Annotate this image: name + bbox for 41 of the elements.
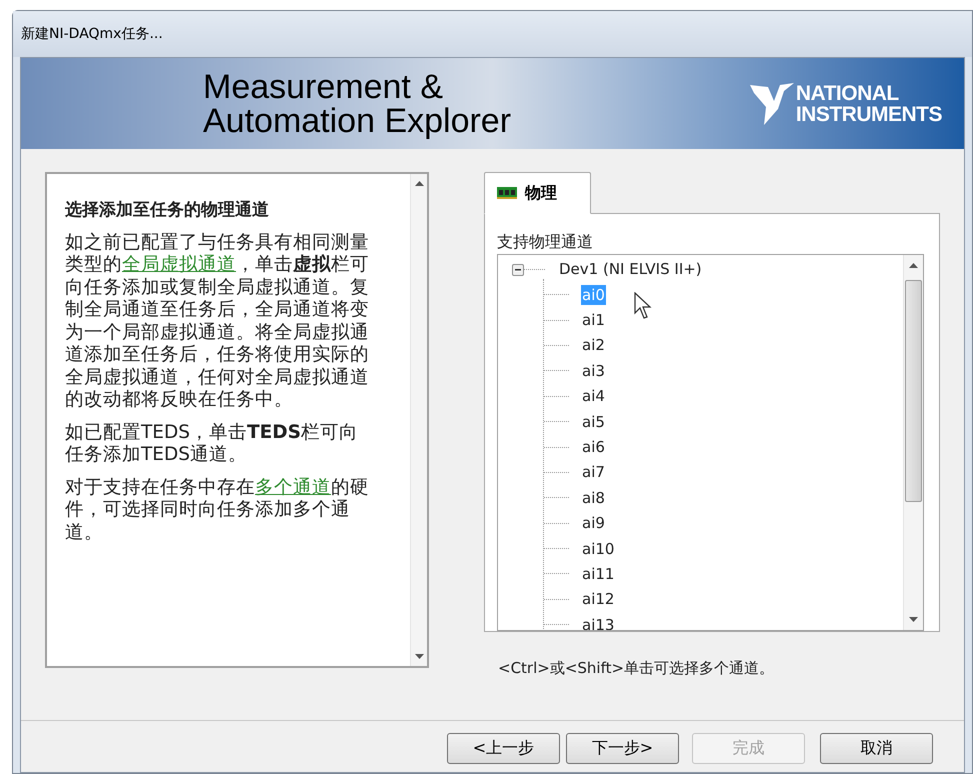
channel-item[interactable]: ai11 <box>581 564 616 584</box>
channel-item[interactable]: ai4 <box>581 386 606 406</box>
banner-title: Measurement & Automation Explorer <box>203 70 512 138</box>
scroll-thumb[interactable] <box>905 280 922 502</box>
collapse-toggle[interactable] <box>512 264 524 276</box>
help-heading: 选择添加至任务的物理通道 <box>65 199 270 222</box>
scroll-down-icon[interactable] <box>414 654 424 659</box>
selection-hint: <Ctrl>或<Shift>单击可选择多个通道。 <box>498 658 776 679</box>
channel-item[interactable]: ai6 <box>581 437 606 458</box>
minus-icon <box>515 268 521 270</box>
help-link[interactable]: 全局虚拟通道 <box>122 254 236 275</box>
window-title: 新建NI-DAQmx任务... <box>21 24 163 44</box>
scrollbar[interactable] <box>903 255 923 630</box>
mouse-cursor-icon <box>634 292 654 320</box>
channel-item[interactable]: ai10 <box>581 538 616 559</box>
logo-text: NATIONAL INSTRUMENTS <box>796 82 942 124</box>
help-paragraph: 如已配置TEDS，单击TEDS栏可向任务添加TEDS通道。 <box>65 422 359 466</box>
wizard-button[interactable]: 取消 <box>820 732 933 764</box>
channel-item[interactable]: ai2 <box>581 335 606 356</box>
channel-item[interactable]: ai12 <box>581 589 616 610</box>
scroll-down-icon[interactable] <box>909 617 918 622</box>
wizard-button[interactable]: 下一步> <box>566 732 679 764</box>
eagle-logo-icon <box>750 80 794 126</box>
channel-item[interactable]: ai9 <box>581 513 606 534</box>
channel-item[interactable]: ai7 <box>581 462 606 482</box>
help-link[interactable]: 多个通道 <box>255 476 331 498</box>
scroll-up-icon[interactable] <box>414 181 424 186</box>
channel-list-label: 支持物理通道 <box>497 232 594 252</box>
channel-item[interactable]: ai13 <box>581 614 616 630</box>
scrollbar[interactable] <box>410 174 427 666</box>
channel-item[interactable]: ai8 <box>581 488 606 508</box>
scroll-up-icon[interactable] <box>909 263 918 268</box>
channel-item[interactable]: ai3 <box>581 360 606 381</box>
tab[interactable]: 物理 <box>484 172 591 214</box>
circuit-board-icon <box>497 187 517 199</box>
wizard-button[interactable]: <上一步 <box>447 732 560 764</box>
channel-item[interactable]: ai5 <box>581 412 606 432</box>
help-paragraph: 对于支持在任务中存在多个通道的硬件，可选择同时向任务添加多个通道。 <box>65 476 370 544</box>
help-paragraph: 如之前已配置了与任务具有相同测量类型的全局虚拟通道，单击虚拟栏可向任务添加或复制全局虚拟通道。复制全局通道至任务后，全局通道将变为一个局部虚拟通道。将全局虚拟通道添加至任务后，任务将使用实际的全局虚拟通道，任何对全局虚拟通道的改动都将反映在任务中。 <box>65 232 370 412</box>
channel-item[interactable]: ai1 <box>581 310 606 330</box>
device-node[interactable]: Dev1 (NI ELVIS II+) <box>559 258 702 281</box>
